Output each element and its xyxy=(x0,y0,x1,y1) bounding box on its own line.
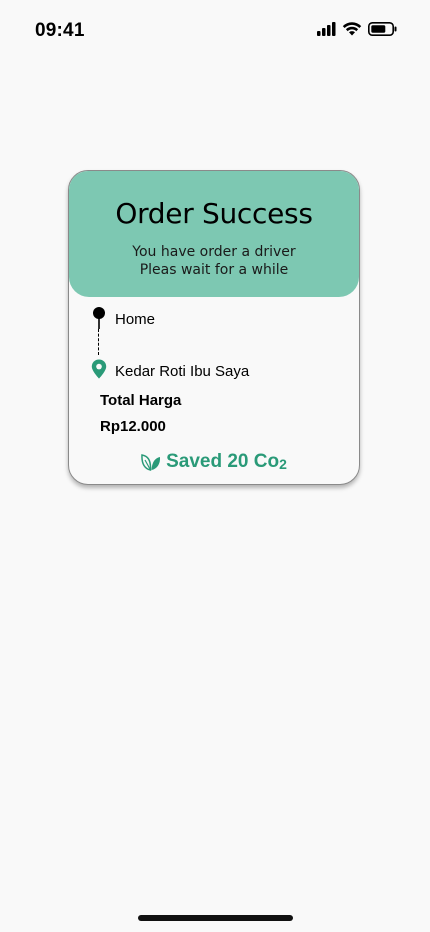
route-dashed-line xyxy=(98,329,99,355)
card-subtitle: You have order a driver Pleas wait for a… xyxy=(69,243,359,279)
wifi-icon xyxy=(342,21,362,36)
subtitle-line-1: You have order a driver xyxy=(132,244,296,260)
destination-row: Kedar Roti Ibu Saya xyxy=(91,359,249,383)
battery-icon xyxy=(368,21,397,36)
co2-saved-badge: Saved 20 Co 2 xyxy=(69,451,359,473)
total-price-label: Total Harga xyxy=(100,392,182,409)
saved-subscript: 2 xyxy=(279,456,287,472)
pin-icon xyxy=(91,307,107,331)
card-header: Order Success You have order a driver Pl… xyxy=(69,171,359,297)
total-price-value: Rp12.000 xyxy=(100,418,166,435)
leaf-icon xyxy=(141,453,161,471)
saved-text: Saved 20 Co xyxy=(166,451,280,472)
signal-icon xyxy=(317,21,336,36)
order-success-card: Order Success You have order a driver Pl… xyxy=(68,170,360,485)
status-icons xyxy=(317,21,397,36)
status-time: 09:41 xyxy=(35,20,85,41)
origin-label: Home xyxy=(115,310,156,328)
status-bar: 09:41 xyxy=(0,0,430,60)
home-indicator[interactable] xyxy=(138,915,293,921)
subtitle-line-2: Pleas wait for a while xyxy=(139,262,289,278)
location-marker-icon xyxy=(91,359,107,383)
card-title: Order Success xyxy=(115,197,313,230)
destination-label: Kedar Roti Ibu Saya xyxy=(115,362,250,380)
origin-row: Home xyxy=(91,307,155,331)
